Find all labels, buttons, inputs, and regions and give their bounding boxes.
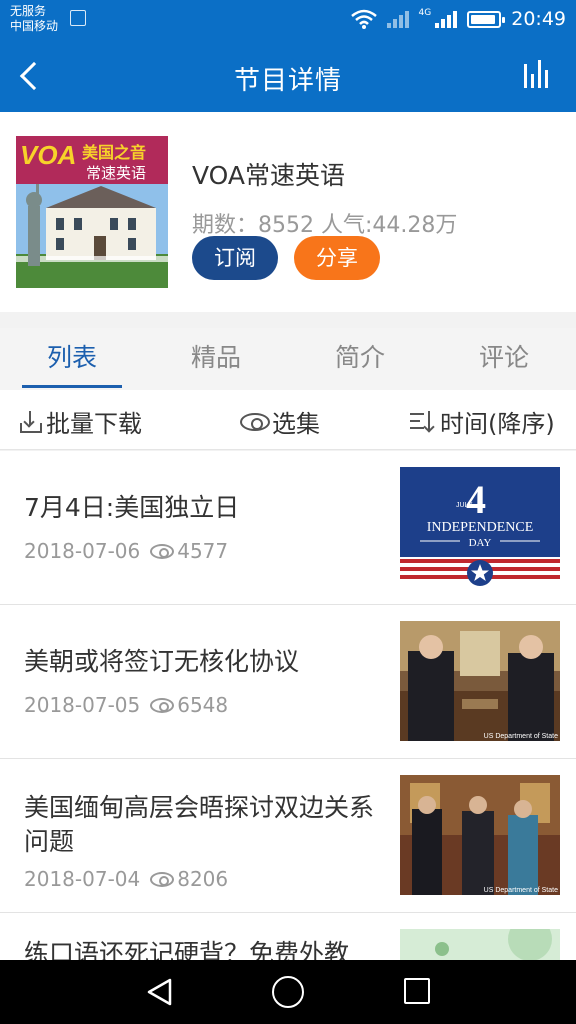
select-episodes-button[interactable]: 选集 [240,404,320,439]
cover-top-text: 美国之音 [82,143,146,162]
views-eye-icon [150,697,175,713]
views-eye-icon [150,543,175,559]
thumb-caption: US Department of State [484,733,558,740]
select-episodes-label: 选集 [272,410,320,438]
tab-intro[interactable]: 简介 [288,328,432,390]
episode-views: 6548 [150,693,228,717]
episode-views: 8206 [150,867,228,891]
episode-date: 2018-07-04 [24,867,141,891]
subscribe-button[interactable]: 订阅 [192,236,278,280]
episode-title: 美国缅甸高层会晤探讨双边关系问题 [24,793,375,856]
carrier-line-2: 中国移动 [10,19,59,33]
signal-strength-icon [435,10,458,28]
nav-recent-apps-icon[interactable] [404,978,430,1004]
program-meta: 期数：8552 人气:44.28万 [192,213,458,238]
list-item[interactable]: 美朝或将签订无核化协议 2018-07-05 6548 US Departmen… [0,605,576,759]
list-item[interactable]: 美国缅甸高层会晤探讨双边关系问题 2018-07-04 8206 US Depa… [0,759,576,913]
app-header: 节目详情 [0,40,576,112]
nav-back-icon[interactable] [146,978,174,1006]
episode-views-count: 4577 [177,539,229,563]
battery-icon [467,10,506,28]
cover-sub-text: 常速英语 [86,164,146,182]
nav-home-icon[interactable] [272,976,304,1008]
cover-brand: VOA [20,140,76,170]
episode-thumbnail: 4 JULY INDEPENDENCE DAY [400,467,560,587]
sort-button[interactable]: 时间(降序) [408,404,555,439]
episode-title: 美朝或将签订无核化协议 [24,647,300,676]
episode-thumbnail: US Department of State [400,621,560,741]
download-icon [18,409,44,435]
wifi-icon [350,9,377,29]
program-cover-image[interactable]: VOA 美国之音 常速英语 [16,136,168,288]
episode-views-count: 6548 [177,693,229,717]
sort-descending-icon [408,409,438,435]
tab-bar: 列表 精品 简介 评论 [0,328,576,390]
thumb-small-text: JULY [456,502,473,509]
network-type: 4G [418,8,432,18]
thumb-text-1: INDEPENDENCE [427,520,534,535]
signal-no-service-icon [386,10,409,28]
batch-download-label: 批量下载 [46,410,142,438]
bar-chart-icon[interactable] [524,58,554,88]
thumb-big-number: 4 [466,477,486,522]
batch-download-button[interactable]: 批量下载 [18,404,142,439]
episode-meta: 2018-07-06 4577 [24,539,228,563]
sim-card-icon [70,10,86,26]
episode-views-count: 8206 [177,867,229,891]
thumb-text-2: DAY [469,537,492,549]
eye-icon [240,412,270,431]
list-toolbar: 批量下载 选集 时间(降序) [0,390,576,450]
episode-views: 4577 [150,539,228,563]
carrier-line-1: 无服务 [10,4,47,18]
page-title: 节目详情 [233,66,342,96]
episode-date: 2018-07-05 [24,693,141,717]
carrier-info: 无服务 中国移动 [10,4,58,34]
share-button[interactable]: 分享 [294,236,380,280]
status-icons: 4G 20:49 [350,8,566,30]
views-eye-icon [150,871,175,887]
tab-featured[interactable]: 精品 [144,328,288,390]
status-time: 20:49 [511,8,566,30]
sort-label: 时间(降序) [440,410,555,438]
status-bar: 无服务 中国移动 4G 20:49 [0,0,576,40]
tab-comments[interactable]: 评论 [432,328,576,390]
system-nav-bar [0,960,576,1024]
program-title: VOA常速英语 [192,161,346,190]
thumb-caption: US Department of State [484,887,558,894]
list-item[interactable]: 7月4日:美国独立日 2018-07-06 4577 4 JULY INDEPE… [0,451,576,605]
program-info: VOA 美国之音 常速英语 VOA常速英语 期数：8552 人气:44.28万 … [0,112,576,312]
episode-meta: 2018-07-04 8206 [24,867,228,891]
episode-thumbnail: US Department of State [400,775,560,895]
episode-list: 7月4日:美国独立日 2018-07-06 4577 4 JULY INDEPE… [0,451,576,1024]
episode-date: 2018-07-06 [24,539,141,563]
episode-title: 7月4日:美国独立日 [24,493,240,522]
tab-list[interactable]: 列表 [0,328,144,390]
episode-meta: 2018-07-05 6548 [24,693,228,717]
